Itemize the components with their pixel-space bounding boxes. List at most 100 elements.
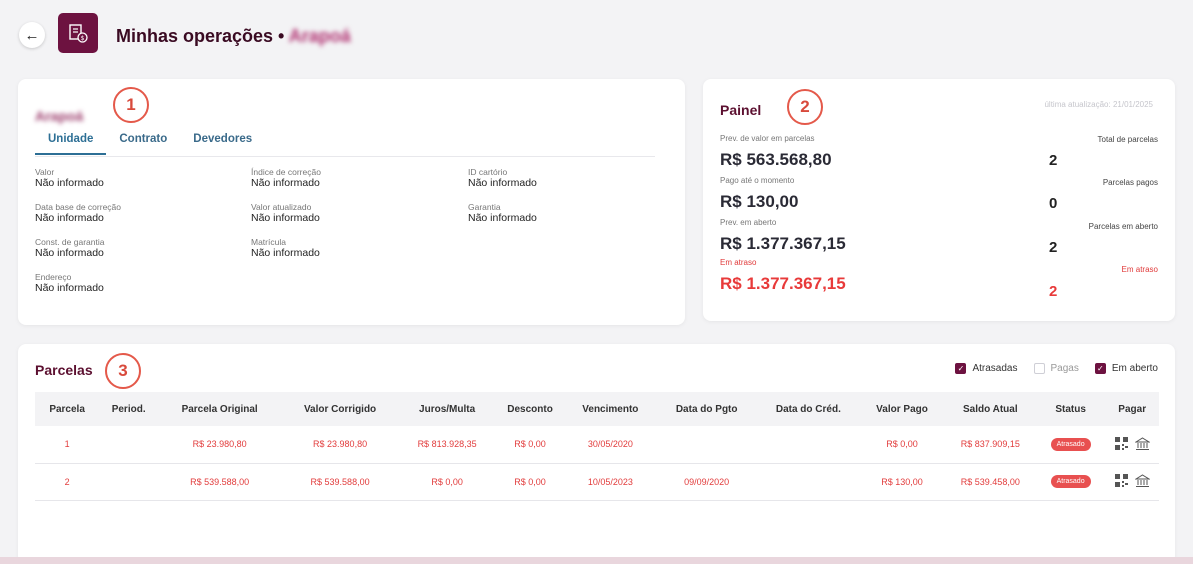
- field-const-garantia: Const. de garantia Não informado: [35, 237, 105, 259]
- checkbox-checked-icon[interactable]: ✓: [1094, 363, 1106, 374]
- painel-card: Painel 2 última atualização: 21/01/2025 …: [703, 79, 1175, 321]
- checkbox-unchecked-icon[interactable]: [1033, 363, 1045, 374]
- cell-period: [99, 426, 159, 464]
- atraso-count-label: Em atraso: [1121, 265, 1158, 274]
- cell-pagar: [1105, 426, 1159, 464]
- prev-valor-value: R$ 563.568,80: [720, 150, 832, 169]
- parcelas-aberto-value: 2: [1049, 239, 1058, 256]
- parcelas-title: Parcelas: [35, 362, 93, 378]
- annotation-badge-1: 1: [113, 87, 149, 123]
- cell-pago: R$ 0,00: [859, 426, 945, 464]
- cell-parcela: 2: [35, 463, 100, 501]
- cell-juros: R$ 0,00: [398, 463, 496, 501]
- arrow-left-icon: ←: [24, 26, 40, 44]
- field-indice-correcao: Índice de correção Não informado: [251, 167, 321, 189]
- field-id-cartorio: ID cartório Não informado: [468, 167, 537, 189]
- col-pagar[interactable]: Pagar: [1105, 392, 1159, 426]
- table-row: 1 R$ 23.980,80 R$ 23.980,80 R$ 813.928,3…: [35, 426, 1159, 464]
- cell-pgto: [655, 426, 758, 464]
- field-matricula: Matrícula Não informado: [251, 237, 320, 259]
- unit-name: Arapoá: [35, 108, 84, 124]
- page-title: Minhas operações • Arapoá: [116, 26, 351, 46]
- cell-desconto: R$ 0,00: [495, 426, 565, 464]
- cell-pagar: [1105, 463, 1159, 501]
- cell-original: R$ 23.980,80: [158, 426, 282, 464]
- field-valor: Valor Não informado: [35, 167, 104, 189]
- filter-em-aberto[interactable]: ✓ Em aberto: [1094, 363, 1158, 374]
- unit-card: Arapoá 1 Unidade Contrato Devedores Valo…: [18, 79, 685, 325]
- col-parcela[interactable]: Parcela: [35, 392, 100, 426]
- col-valor-pago[interactable]: Valor Pago: [859, 392, 945, 426]
- em-atraso-label: Em atraso: [720, 258, 757, 267]
- col-valor-corrigido[interactable]: Valor Corrigido: [281, 392, 399, 426]
- back-button[interactable]: ←: [19, 22, 45, 48]
- svg-text:$: $: [81, 35, 85, 42]
- cell-juros: R$ 813.928,35: [398, 426, 496, 464]
- cell-saldo: R$ 837.909,15: [944, 426, 1036, 464]
- col-parcela-original[interactable]: Parcela Original: [158, 392, 282, 426]
- qr-code-icon[interactable]: [1114, 474, 1128, 488]
- field-data-base-correcao: Data base de correção Não informado: [35, 202, 121, 224]
- parcelas-pagos-value: 0: [1049, 195, 1058, 212]
- checkbox-checked-icon[interactable]: ✓: [955, 363, 967, 374]
- annotation-badge-2: 2: [787, 89, 823, 125]
- cell-vencimento: 10/05/2023: [564, 463, 656, 501]
- prev-aberto-label: Prev. em aberto: [720, 218, 777, 227]
- col-juros-multa[interactable]: Juros/Multa: [398, 392, 496, 426]
- status-filters: ✓ Atrasadas Pagas ✓ Em aberto: [939, 363, 1158, 374]
- cell-vencimento: 30/05/2020: [564, 426, 656, 464]
- annotation-badge-3: 3: [105, 353, 141, 389]
- parcelas-card: Parcelas 3 ✓ Atrasadas Pagas ✓ Em aberto…: [18, 344, 1175, 564]
- cell-corrigido: R$ 539.588,00: [281, 463, 399, 501]
- col-data-pgto[interactable]: Data do Pgto: [655, 392, 758, 426]
- painel-title: Painel: [720, 102, 762, 118]
- tabs-divider: [35, 156, 655, 157]
- prev-valor-label: Prev. de valor em parcelas: [720, 134, 815, 143]
- col-period[interactable]: Period.: [99, 392, 159, 426]
- col-status[interactable]: Status: [1035, 392, 1106, 426]
- cell-status: Atrasado: [1035, 463, 1106, 501]
- cell-pgto: 09/09/2020: [655, 463, 758, 501]
- bottom-scroll-edge: [0, 557, 1193, 564]
- filter-atrasadas[interactable]: ✓ Atrasadas: [955, 363, 1018, 374]
- qr-code-icon[interactable]: [1114, 437, 1128, 450]
- last-updated: última atualização: 21/01/2025: [1044, 100, 1153, 109]
- cell-pago: R$ 130,00: [859, 463, 945, 501]
- status-badge: Atrasado: [1050, 437, 1091, 451]
- table-header-row: Parcela Period. Parcela Original Valor C…: [35, 392, 1159, 426]
- tab-contrato[interactable]: Contrato: [106, 133, 180, 155]
- cell-status: Atrasado: [1035, 426, 1106, 464]
- filter-pagas[interactable]: Pagas: [1033, 363, 1079, 374]
- parcelas-aberto-label: Parcelas em aberto: [1088, 222, 1158, 231]
- cell-parcela: 1: [35, 426, 100, 464]
- unit-tabs: Unidade Contrato Devedores: [35, 133, 265, 155]
- prev-aberto-value: R$ 1.377.367,15: [720, 234, 846, 253]
- col-saldo-atual[interactable]: Saldo Atual: [944, 392, 1036, 426]
- parcelas-pagos-label: Parcelas pagos: [1102, 178, 1158, 187]
- tab-unidade[interactable]: Unidade: [35, 133, 107, 155]
- col-vencimento[interactable]: Vencimento: [564, 392, 656, 426]
- cell-cred: [757, 426, 860, 464]
- parcelas-table: Parcela Period. Parcela Original Valor C…: [35, 392, 1159, 501]
- tab-devedores[interactable]: Devedores: [180, 133, 265, 155]
- cell-desconto: R$ 0,00: [495, 463, 565, 501]
- bank-icon[interactable]: [1134, 474, 1150, 488]
- pago-label: Pago até o momento: [720, 176, 795, 185]
- total-parcelas-value: 2: [1049, 152, 1058, 169]
- building-money-icon: $: [58, 13, 98, 53]
- cell-saldo: R$ 539.458,00: [944, 463, 1036, 501]
- field-garantia: Garantia Não informado: [468, 202, 537, 224]
- cell-original: R$ 539.588,00: [158, 463, 282, 501]
- col-desconto[interactable]: Desconto: [495, 392, 565, 426]
- cell-corrigido: R$ 23.980,80: [281, 426, 399, 464]
- cell-period: [99, 463, 159, 501]
- field-endereco: Endereço Não informado: [35, 272, 104, 294]
- pago-value: R$ 130,00: [720, 192, 799, 211]
- cell-cred: [757, 463, 860, 501]
- table-row: 2 R$ 539.588,00 R$ 539.588,00 R$ 0,00 R$…: [35, 463, 1159, 501]
- col-data-cred[interactable]: Data do Créd.: [757, 392, 860, 426]
- total-parcelas-label: Total de parcelas: [1097, 135, 1158, 144]
- atraso-count-value: 2: [1049, 283, 1058, 300]
- top-bar: ← $ Minhas operações • Arapoá: [0, 0, 1193, 72]
- bank-icon[interactable]: [1134, 436, 1150, 451]
